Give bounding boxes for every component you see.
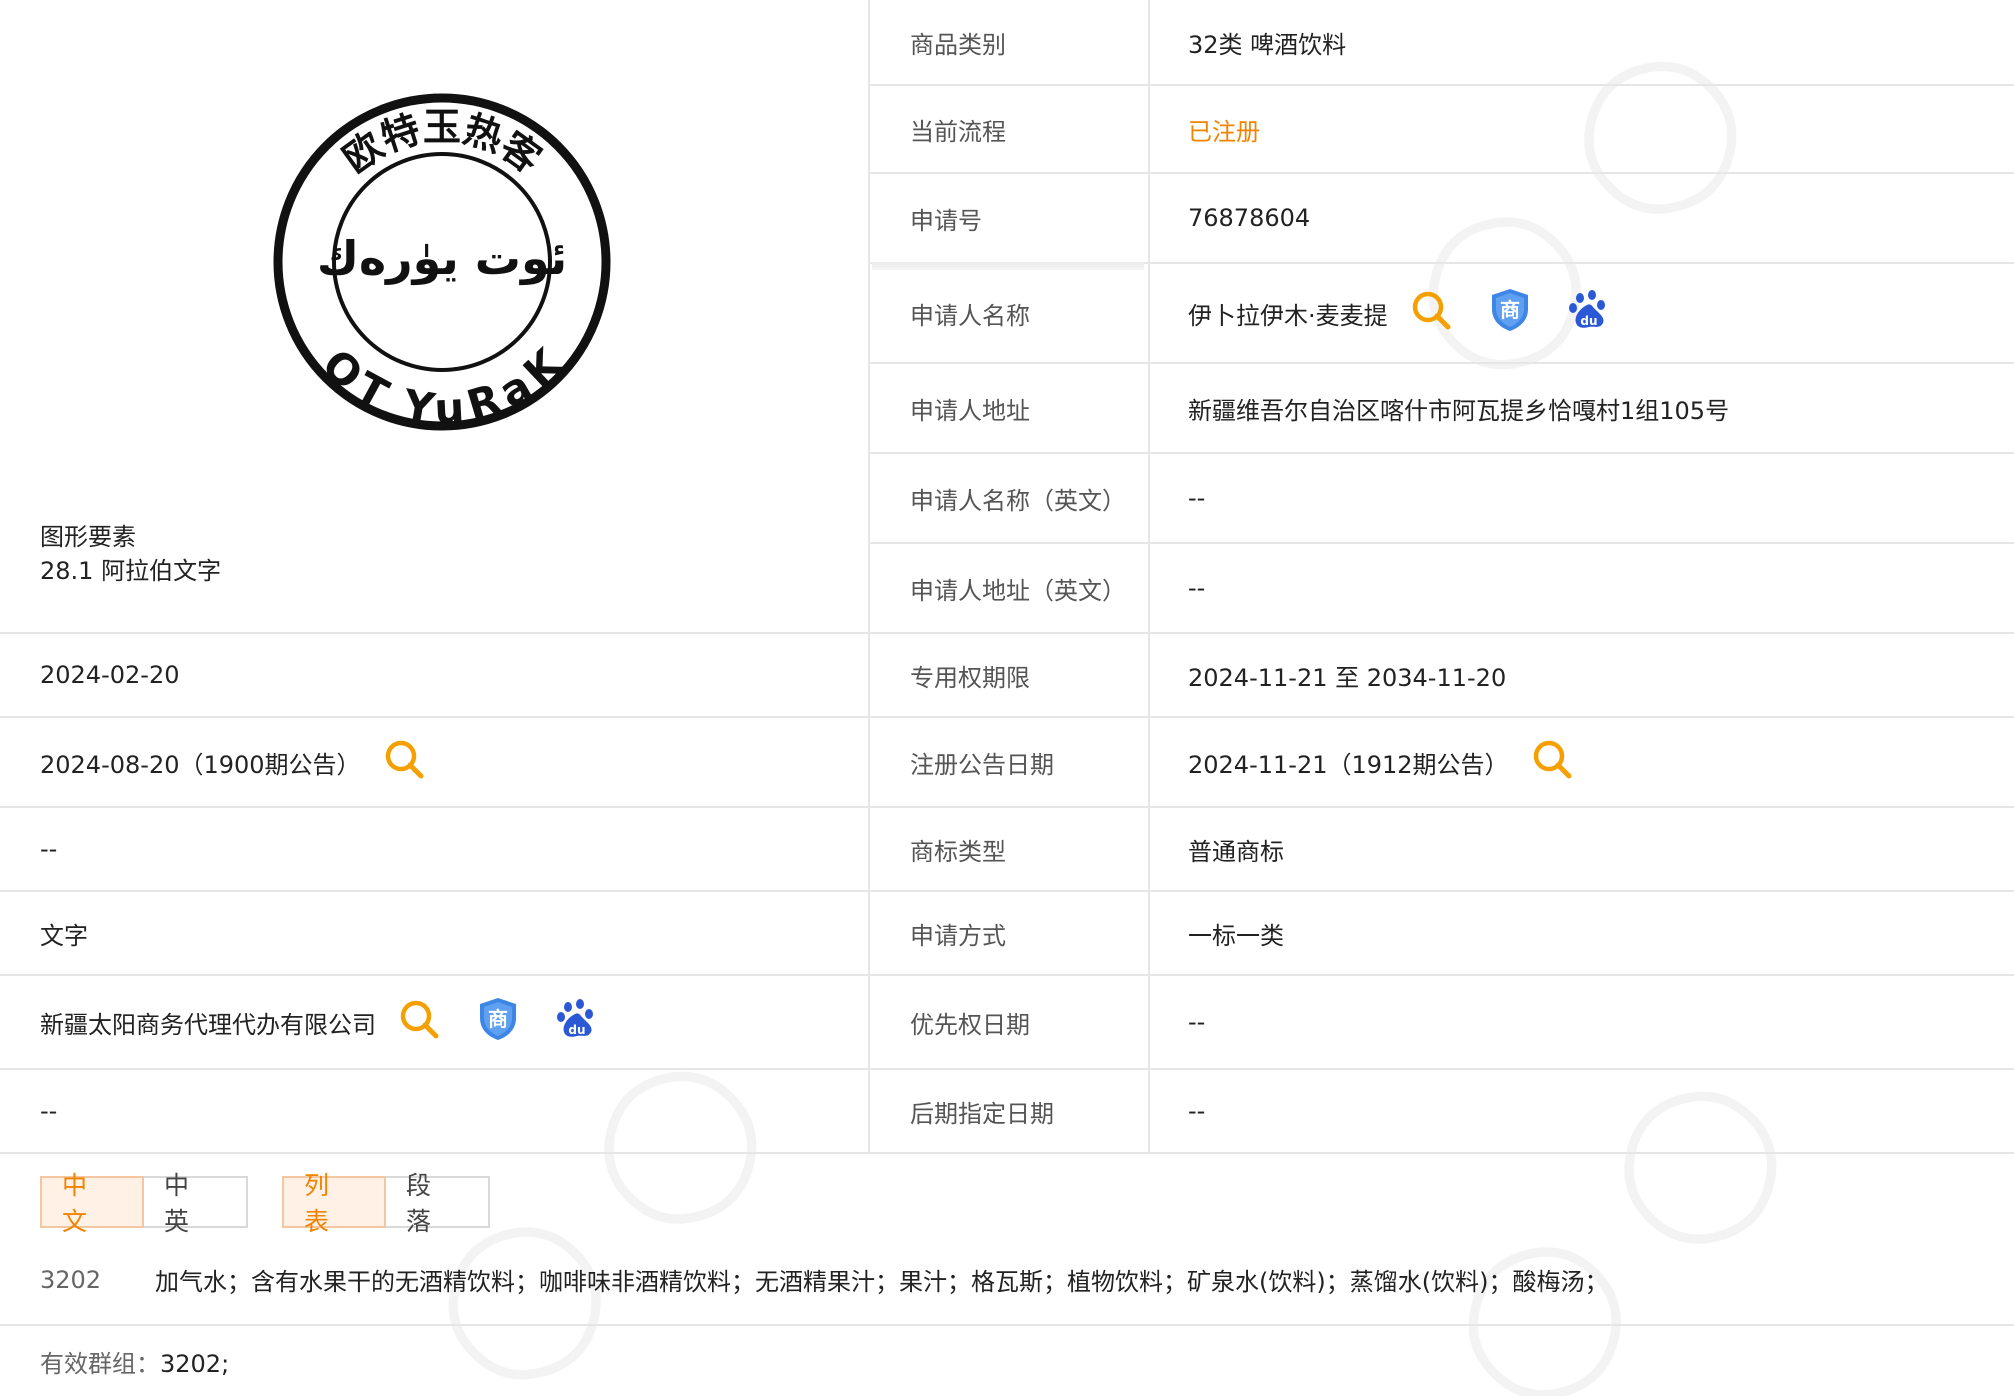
row-value: 一标一类: [1188, 921, 1284, 950]
row-value: 2024-11-21 至 2034-11-20: [1188, 663, 1507, 692]
row-value: --: [1150, 454, 2014, 544]
search-icon[interactable]: [1531, 738, 1573, 786]
valid-group-value: 3202;: [160, 1350, 230, 1378]
svg-text:du: du: [1580, 314, 1597, 328]
row-value: 2024-02-20: [0, 634, 870, 716]
row-value: 新疆维吾尔自治区喀什市阿瓦提乡恰嘎村1组105号: [1150, 364, 2014, 454]
row-label: 注册公告日期: [870, 718, 1150, 806]
info-row: 2024-08-20（1900期公告） 注册公告日期 2024-11-21（19…: [0, 718, 2014, 808]
info-row: 商品类别 32类 啤酒饮料: [0, 0, 2014, 86]
baidu-paw-icon[interactable]: du: [1568, 289, 1610, 337]
goods-tabs: 中 文 中 英 列 表 段 落: [40, 1171, 490, 1236]
row-value: --: [0, 1070, 870, 1152]
row-label: 当前流程: [870, 86, 1150, 174]
info-row: -- 后期指定日期 --: [0, 1070, 2014, 1154]
info-row: -- 商标类型 普通商标: [0, 808, 2014, 892]
svg-text:du: du: [568, 1023, 585, 1037]
info-row: 申请人地址 新疆维吾尔自治区喀什市阿瓦提乡恰嘎村1组105号: [0, 364, 2014, 454]
shield-icon[interactable]: 商: [1488, 287, 1532, 339]
search-icon[interactable]: [398, 998, 440, 1046]
info-row: 新疆太阳商务代理代办有限公司 商 du 优先权日期 --: [0, 976, 2014, 1070]
row-label: 申请人地址（英文）: [870, 544, 1150, 634]
tab-list[interactable]: 列 表: [282, 1171, 386, 1236]
info-row: 申请人名称 伊卜拉伊木·麦麦提 商 du: [0, 264, 2014, 364]
shield-icon[interactable]: 商: [476, 996, 520, 1048]
info-row: 申请人名称（英文） --: [0, 454, 2014, 544]
row-value: 普通商标: [1188, 837, 1284, 866]
info-row: 申请号 76878604: [0, 174, 2014, 264]
row-label: 后期指定日期: [870, 1070, 1150, 1152]
divider: [0, 1324, 2014, 1326]
svg-text:商: 商: [488, 1007, 508, 1031]
agency-name: 新疆太阳商务代理代办有限公司: [40, 1010, 376, 1039]
goods-group-code: 3202: [40, 1265, 102, 1294]
row-label: 申请人名称: [870, 264, 1150, 364]
info-row: 当前流程 已注册: [0, 86, 2014, 174]
row-label: 申请方式: [870, 892, 1150, 974]
tab-paragraph[interactable]: 段 落: [386, 1171, 490, 1236]
row-value: 2024-11-21（1912期公告）: [1188, 750, 1509, 779]
row-value: --: [1188, 1097, 1206, 1125]
row-label: 商标类型: [870, 808, 1150, 890]
search-icon[interactable]: [1410, 289, 1452, 337]
row-label: 专用权期限: [870, 634, 1150, 716]
tab-chinese-english[interactable]: 中 英: [144, 1171, 248, 1236]
row-label: 优先权日期: [870, 976, 1150, 1068]
applicant-name: 伊卜拉伊木·麦麦提: [1188, 301, 1388, 330]
row-value: 文字: [0, 892, 870, 974]
info-row: 文字 申请方式 一标一类: [0, 892, 2014, 976]
valid-group-label: 有效群组：: [40, 1350, 160, 1378]
row-value: --: [1150, 544, 2014, 634]
valid-group: 有效群组：3202;: [40, 1344, 229, 1379]
baidu-paw-icon[interactable]: du: [556, 998, 598, 1046]
row-value: --: [0, 808, 870, 890]
row-label: 申请人地址: [870, 364, 1150, 454]
row-label: 商品类别: [870, 0, 1150, 86]
tab-chinese[interactable]: 中 文: [40, 1171, 144, 1236]
goods-list-item: 3202 加气水；含有水果干的无酒精饮料；咖啡味非酒精饮料；无酒精果汁；果汁；格…: [40, 1262, 1608, 1297]
svg-text:商: 商: [1500, 298, 1520, 322]
info-row: 2024-02-20 专用权期限 2024-11-21 至 2034-11-20: [0, 634, 2014, 718]
row-value: 32类 啤酒饮料: [1150, 0, 2014, 86]
row-value: --: [1188, 1008, 1206, 1036]
goods-items: 加气水；含有水果干的无酒精饮料；咖啡味非酒精饮料；无酒精果汁；果汁；格瓦斯；植物…: [155, 1268, 1609, 1296]
row-value: 2024-08-20（1900期公告）: [40, 750, 361, 779]
status-value: 已注册: [1150, 86, 2014, 174]
info-row: 申请人地址（英文） --: [0, 544, 2014, 634]
row-value: 76878604: [1150, 174, 2014, 264]
row-label: 申请人名称（英文）: [870, 454, 1150, 544]
row-label: 申请号: [870, 174, 1150, 264]
search-icon[interactable]: [383, 738, 425, 786]
